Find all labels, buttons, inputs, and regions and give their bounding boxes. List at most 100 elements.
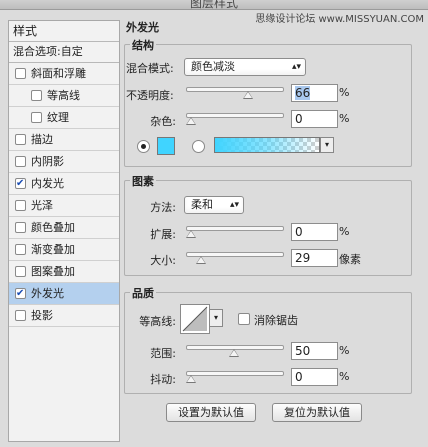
style-item[interactable]: 图案叠加 xyxy=(9,261,119,283)
styles-header[interactable]: 样式 xyxy=(9,21,119,42)
title-bar: 图层样式 xyxy=(0,0,428,10)
style-item-label: 纹理 xyxy=(47,111,69,124)
range-slider-thumb[interactable] xyxy=(229,349,239,357)
size-slider[interactable] xyxy=(186,252,284,264)
structure-label: 结构 xyxy=(130,37,156,53)
jitter-slider[interactable] xyxy=(186,371,284,383)
opacity-slider[interactable] xyxy=(186,87,284,99)
technique-select[interactable]: 柔和 ▴▾ xyxy=(184,196,244,214)
style-item-label: 内阴影 xyxy=(31,155,64,168)
noise-slider[interactable] xyxy=(186,113,284,125)
window-title: 图层样式 xyxy=(189,0,238,10)
jitter-slider-thumb[interactable] xyxy=(186,375,196,383)
technique-label: 方法: xyxy=(150,201,176,214)
range-value: 50 xyxy=(295,344,311,358)
elements-label: 图素 xyxy=(130,173,156,189)
style-item-label: 斜面和浮雕 xyxy=(31,67,86,80)
style-item[interactable]: 等高线 xyxy=(9,85,119,107)
style-item[interactable]: 外发光 xyxy=(9,283,119,305)
style-item-label: 图案叠加 xyxy=(31,265,75,278)
style-item-label: 描边 xyxy=(31,133,53,146)
noise-unit: % xyxy=(339,112,350,125)
set-default-button[interactable]: 设置为默认值 xyxy=(166,403,256,422)
opacity-value: 66 xyxy=(295,86,311,100)
spread-label: 扩展: xyxy=(150,228,176,241)
style-item-checkbox[interactable] xyxy=(15,310,26,321)
style-item-label: 颜色叠加 xyxy=(31,221,75,234)
chevron-down-icon[interactable]: ▾ xyxy=(320,137,334,153)
blend-mode-select[interactable]: 颜色减淡 ▴▾ xyxy=(184,58,306,76)
jitter-label: 抖动: xyxy=(150,373,176,386)
jitter-input[interactable]: 0 xyxy=(291,368,338,386)
style-item-checkbox[interactable] xyxy=(15,244,26,255)
style-item-label: 投影 xyxy=(31,309,53,322)
styles-panel: 样式 混合选项:自定 斜面和浮雕等高线纹理描边内阴影内发光光泽颜色叠加渐变叠加图… xyxy=(8,20,120,442)
watermark: 思缘设计论坛 www.MISSYUAN.COM xyxy=(255,14,424,25)
jitter-unit: % xyxy=(339,370,350,383)
range-slider[interactable] xyxy=(186,345,284,357)
size-input[interactable]: 29 xyxy=(291,249,338,267)
size-unit: 像素 xyxy=(339,253,361,266)
spread-value: 0 xyxy=(295,225,303,239)
size-value: 29 xyxy=(295,251,311,265)
spread-input[interactable]: 0 xyxy=(291,223,338,241)
jitter-value: 0 xyxy=(295,370,303,384)
style-item[interactable]: 斜面和浮雕 xyxy=(9,63,119,85)
style-item[interactable]: 纹理 xyxy=(9,107,119,129)
quality-label: 品质 xyxy=(130,285,156,301)
style-item-label: 光泽 xyxy=(31,199,53,212)
style-item-checkbox[interactable] xyxy=(15,200,26,211)
style-item-checkbox[interactable] xyxy=(15,283,26,304)
spread-unit: % xyxy=(339,225,350,238)
noise-value: 0 xyxy=(295,112,303,126)
blend-mode-value: 颜色减淡 xyxy=(191,60,235,73)
antialias-checkbox[interactable] xyxy=(238,313,250,325)
technique-value: 柔和 xyxy=(191,198,213,211)
range-input[interactable]: 50 xyxy=(291,342,338,360)
style-item-label: 内发光 xyxy=(31,177,64,190)
blend-mode-label: 混合模式: xyxy=(126,62,174,75)
reset-default-button[interactable]: 复位为默认值 xyxy=(272,403,362,422)
panel-title: 外发光 xyxy=(126,21,159,34)
noise-slider-thumb[interactable] xyxy=(186,117,196,125)
linear-contour-icon xyxy=(182,306,208,332)
spread-slider[interactable] xyxy=(186,226,284,238)
style-item-checkbox[interactable] xyxy=(15,156,26,167)
spread-slider-thumb[interactable] xyxy=(186,230,196,238)
style-item-checkbox[interactable] xyxy=(15,266,26,277)
style-item[interactable]: 描边 xyxy=(9,129,119,151)
noise-input[interactable]: 0 xyxy=(291,110,338,128)
blend-options[interactable]: 混合选项:自定 xyxy=(9,42,119,63)
opacity-slider-thumb[interactable] xyxy=(242,91,253,99)
style-item[interactable]: 内发光 xyxy=(9,173,119,195)
glow-color-swatch[interactable] xyxy=(157,137,175,155)
size-slider-thumb[interactable] xyxy=(196,256,207,264)
style-item-checkbox[interactable] xyxy=(31,90,42,101)
updown-arrows-icon: ▴▾ xyxy=(229,200,239,210)
range-unit: % xyxy=(339,344,350,357)
style-item-checkbox[interactable] xyxy=(15,173,26,194)
opacity-input[interactable]: 66 xyxy=(291,84,338,102)
style-item-label: 渐变叠加 xyxy=(31,243,75,256)
solid-color-radio[interactable] xyxy=(137,140,150,153)
style-item[interactable]: 内阴影 xyxy=(9,151,119,173)
style-item[interactable]: 投影 xyxy=(9,305,119,327)
contour-label: 等高线: xyxy=(139,315,176,328)
style-item-checkbox[interactable] xyxy=(15,134,26,145)
size-label: 大小: xyxy=(150,254,176,267)
style-item-checkbox[interactable] xyxy=(15,68,26,79)
style-item-checkbox[interactable] xyxy=(15,222,26,233)
gradient-radio[interactable] xyxy=(192,140,205,153)
opacity-label: 不透明度: xyxy=(126,89,174,102)
glow-gradient-picker[interactable] xyxy=(214,137,320,153)
contour-picker[interactable] xyxy=(180,304,210,334)
range-label: 范围: xyxy=(150,347,176,360)
style-item-label: 等高线 xyxy=(47,89,80,102)
noise-label: 杂色: xyxy=(150,115,176,128)
style-item-checkbox[interactable] xyxy=(31,112,42,123)
chevron-down-icon[interactable]: ▾ xyxy=(209,309,223,327)
style-item[interactable]: 光泽 xyxy=(9,195,119,217)
opacity-unit: % xyxy=(339,86,350,99)
style-item[interactable]: 渐变叠加 xyxy=(9,239,119,261)
style-item[interactable]: 颜色叠加 xyxy=(9,217,119,239)
